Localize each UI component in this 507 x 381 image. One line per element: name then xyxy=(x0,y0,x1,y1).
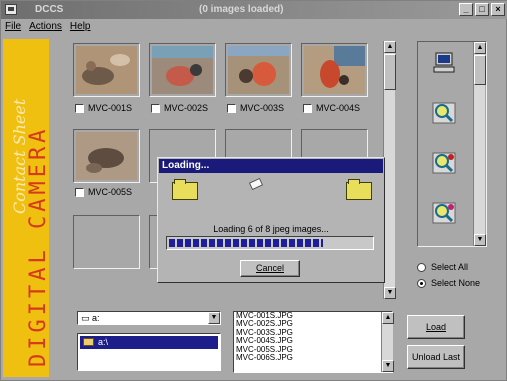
select-none-label: Select None xyxy=(431,278,481,288)
select-all-option[interactable]: Select All xyxy=(417,262,468,272)
minimize-button[interactable]: _ xyxy=(459,3,473,16)
thumbnail-frame[interactable] xyxy=(225,43,292,97)
file-browser-panel: ▭ a: ▼ a:\ MVC-001S.JPG MVC-002S.JPG MVC… xyxy=(61,303,501,377)
directory-list[interactable]: a:\ xyxy=(77,333,221,371)
loading-message: Loading 6 of 8 jpeg images... xyxy=(213,224,329,234)
menu-bar: File Actions Help xyxy=(1,21,91,35)
app-icon[interactable] xyxy=(5,4,17,15)
scroll-up-arrow-icon[interactable]: ▲ xyxy=(474,42,486,54)
brand-subtitle: Contact Sheet xyxy=(10,98,29,214)
photo-thumbnail xyxy=(304,46,365,94)
scroll-down-arrow-icon[interactable]: ▼ xyxy=(384,287,396,299)
directory-item[interactable]: a:\ xyxy=(80,336,218,349)
scroll-down-arrow-icon[interactable]: ▼ xyxy=(474,234,486,246)
progress-fill xyxy=(169,239,323,247)
thumbnail-label: MVC-002S xyxy=(164,103,209,113)
photo-thumbnail xyxy=(152,46,213,94)
drive-icon: ▭ xyxy=(81,313,93,323)
magnify-zoom-icon[interactable] xyxy=(432,152,456,174)
loading-dialog: Loading... Loading 6 of 8 jpeg images...… xyxy=(157,157,385,283)
thumbnail-frame[interactable] xyxy=(301,43,368,97)
photo-thumbnail xyxy=(76,46,137,94)
drive-select[interactable]: ▭ a: ▼ xyxy=(77,311,221,325)
cancel-button[interactable]: Cancel xyxy=(240,260,300,277)
magnify-zoom-alt-icon[interactable] xyxy=(432,202,456,224)
thumbnail-caption[interactable]: MVC-003S xyxy=(227,103,284,113)
brand-title: DIGITAL CAMERA xyxy=(26,125,49,367)
thumbnail-checkbox[interactable] xyxy=(75,103,84,113)
destination-folder-icon xyxy=(346,179,372,200)
maximize-button[interactable]: □ xyxy=(475,3,489,16)
file-list[interactable]: MVC-001S.JPG MVC-002S.JPG MVC-003S.JPG M… xyxy=(233,311,393,373)
thumbnail-checkbox[interactable] xyxy=(75,187,84,197)
photo-thumbnail xyxy=(76,132,137,180)
load-button[interactable]: Load xyxy=(407,315,465,339)
progress-bar xyxy=(166,236,374,250)
scroll-down-arrow-icon[interactable]: ▼ xyxy=(382,360,394,372)
magnify-icon[interactable] xyxy=(432,102,456,124)
select-all-label: Select All xyxy=(431,262,469,272)
cancel-label: Cancel xyxy=(255,263,284,273)
unload-last-button[interactable]: Unload Last xyxy=(407,345,465,369)
thumbnail-caption[interactable]: MVC-002S xyxy=(151,103,208,113)
source-folder-icon xyxy=(172,179,198,200)
computer-icon[interactable] xyxy=(432,52,456,74)
brand-sidebar: DIGITAL CAMERA Contact Sheet xyxy=(3,39,49,377)
thumbnail-checkbox[interactable] xyxy=(227,103,236,113)
scroll-thumb[interactable] xyxy=(384,54,396,90)
thumbnail-frame[interactable] xyxy=(149,43,216,97)
file-list-scrollbar[interactable]: ▲ ▼ xyxy=(381,312,394,372)
thumbnail-label: MVC-003S xyxy=(240,103,285,113)
load-button-label: Load xyxy=(425,322,447,332)
thumbnail-frame[interactable] xyxy=(73,43,140,97)
select-none-option[interactable]: Select None xyxy=(417,278,480,288)
select-all-radio[interactable] xyxy=(417,262,426,272)
title-bar[interactable]: DCCS (0 images loaded) _ □ × xyxy=(1,1,507,19)
thumbnail-checkbox[interactable] xyxy=(151,103,160,113)
thumbnail-label: MVC-004S xyxy=(316,103,361,113)
thumbnail-caption[interactable]: MVC-005S xyxy=(75,187,132,197)
scroll-thumb[interactable] xyxy=(474,55,486,85)
scroll-up-arrow-icon[interactable]: ▲ xyxy=(382,312,394,324)
drive-value: a: xyxy=(92,313,100,323)
select-none-radio[interactable] xyxy=(417,278,426,288)
chevron-down-icon[interactable]: ▼ xyxy=(208,312,220,324)
app-title: DCCS xyxy=(35,4,64,15)
menu-actions[interactable]: Actions xyxy=(29,21,62,35)
flying-document-icon xyxy=(248,177,264,191)
dialog-title: Loading... xyxy=(159,159,383,173)
app-window: DCCS (0 images loaded) _ □ × File Action… xyxy=(0,0,507,381)
photo-thumbnail xyxy=(228,46,289,94)
menu-file[interactable]: File xyxy=(5,21,21,35)
tool-panel-scrollbar[interactable]: ▲ ▼ xyxy=(473,42,486,246)
thumbnail-caption[interactable]: MVC-004S xyxy=(303,103,360,113)
thumbnail-checkbox[interactable] xyxy=(303,103,312,113)
folder-open-icon xyxy=(83,338,94,346)
scroll-up-arrow-icon[interactable]: ▲ xyxy=(384,41,396,53)
file-list-item[interactable]: MVC-006S.JPG xyxy=(234,353,392,362)
thumbnail-frame-empty[interactable] xyxy=(73,215,140,269)
thumbnail-label: MVC-005S xyxy=(88,187,133,197)
menu-help[interactable]: Help xyxy=(70,21,91,35)
close-button[interactable]: × xyxy=(491,3,505,16)
unload-last-label: Unload Last xyxy=(411,352,461,362)
thumbnail-caption[interactable]: MVC-001S xyxy=(75,103,132,113)
directory-label: a:\ xyxy=(98,337,109,347)
window-status-title: (0 images loaded) xyxy=(199,4,284,15)
thumbnail-label: MVC-001S xyxy=(88,103,133,113)
thumbnail-frame[interactable] xyxy=(73,129,140,183)
